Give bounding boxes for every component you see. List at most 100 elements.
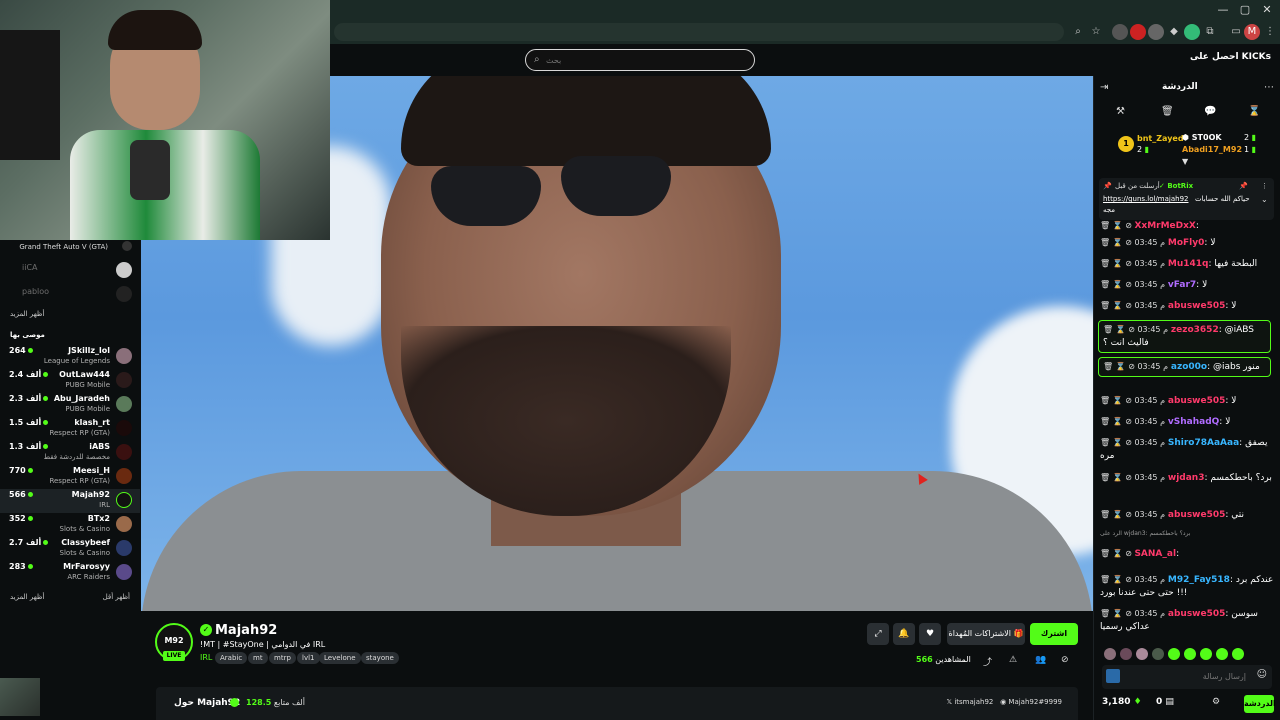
profile-icon[interactable]: M	[1244, 24, 1260, 40]
sidebar-item-iica[interactable]: iiCA	[0, 259, 140, 283]
chat-send-button[interactable]: الدردشة	[1244, 695, 1276, 713]
message-actions[interactable]: 🗑 ⌛ ⊘	[1103, 325, 1137, 334]
tag[interactable]: mt	[248, 652, 268, 664]
sidebar-item-meesi-h[interactable]: Meesi_H Respect RP (GTA) 770	[0, 465, 140, 489]
sidebar-item-mrfarosyy[interactable]: MrFarosyy ARC Raiders 283	[0, 561, 140, 585]
maximize-icon[interactable]: ▢	[1236, 2, 1254, 18]
sidebar-item-klash-rt[interactable]: klash_rt Respect RP (GTA) 1.5 ألف	[0, 417, 140, 441]
message-actions[interactable]: 🗑 ⌛ ⊘	[1100, 417, 1134, 426]
sidebar-item-jskillz[interactable]: JSkillz_lol League of Legends 264	[0, 345, 140, 369]
pinned-author[interactable]: ✓ BotRix	[1159, 182, 1193, 190]
sidebar-icon[interactable]: ▭	[1228, 24, 1244, 40]
pinned-link[interactable]: https://guns.lol/majah92	[1103, 195, 1189, 203]
extension-icon[interactable]	[1130, 24, 1146, 40]
share-icon[interactable]: ⤴	[983, 655, 992, 668]
emote-icon[interactable]	[1120, 648, 1132, 660]
message-actions[interactable]: 🗑 ⌛ ⊘	[1100, 280, 1134, 289]
tag[interactable]: lvl1	[297, 652, 320, 664]
chat-input[interactable]	[1126, 665, 1246, 687]
chevron-down-icon[interactable]: ⌄	[1261, 195, 1268, 204]
menu-dots-icon[interactable]: ⋮	[1262, 24, 1278, 40]
social-discord-link[interactable]: Majah92#9999	[1008, 698, 1062, 706]
gift-subs-button[interactable]: الاشتراكات المُهداة 🎁	[947, 623, 1025, 645]
tag[interactable]: Levelone	[319, 652, 361, 664]
chat-menu-icon[interactable]: ⋯	[1264, 82, 1274, 93]
get-kicks-button[interactable]: احصل على KICKs	[1190, 52, 1271, 62]
report-icon[interactable]: ⚠	[1009, 655, 1017, 665]
message-actions[interactable]: 🗑 ⌛ ⊘	[1100, 438, 1134, 447]
message-actions[interactable]: 🗑 ⌛ ⊘	[1100, 259, 1134, 268]
message-actions[interactable]: 🗑 ⌛ ⊘	[1100, 221, 1134, 230]
message-username[interactable]: abuswe505	[1168, 510, 1226, 520]
search-input[interactable]	[546, 50, 746, 70]
tag[interactable]: mtrp	[269, 652, 296, 664]
stream-category[interactable]: IRL	[200, 653, 212, 662]
message-actions[interactable]: 🗑 ⌛ ⊘	[1100, 575, 1134, 584]
leaderboard-user[interactable]: Abadi17_M92	[1182, 145, 1242, 154]
chat-input-box[interactable]: ☺	[1102, 665, 1272, 689]
extension-icon[interactable]: ◆	[1166, 24, 1182, 40]
sidebar-item-abu-jaradeh[interactable]: Abu_Jaradeh PUBG Mobile 2.3 ألف	[0, 393, 140, 417]
gear-icon[interactable]: ⚙	[1212, 697, 1220, 707]
message-username[interactable]: abuswe505	[1168, 609, 1226, 619]
message-username[interactable]: Mu141q	[1168, 259, 1209, 269]
message-username[interactable]: abuswe505	[1168, 301, 1226, 311]
sidebar-item-classybeef[interactable]: Classybeef Slots & Casino 2.7 ألف	[0, 537, 140, 561]
message-username[interactable]: MoFly0	[1168, 238, 1205, 248]
minimize-icon[interactable]: —	[1214, 2, 1232, 18]
tag[interactable]: stayone	[361, 652, 399, 664]
expand-icon[interactable]: ▼	[1182, 157, 1188, 166]
emote-icon[interactable]	[1232, 648, 1244, 660]
show-more-link[interactable]: أظهر المزيد	[10, 593, 44, 601]
message-actions[interactable]: 🗑 ⌛ ⊘	[1100, 510, 1134, 519]
message-username[interactable]: vFar7	[1168, 280, 1196, 290]
chat-bubble-icon[interactable]: 💬	[1204, 106, 1216, 117]
show-more-link[interactable]: أظهر المزيد	[10, 310, 44, 318]
tag[interactable]: Arabic	[215, 652, 248, 664]
emote-icon[interactable]	[1104, 648, 1116, 660]
zoom-icon[interactable]: ⌕	[1070, 24, 1086, 40]
pip-thumbnail[interactable]	[0, 678, 40, 716]
social-x-link[interactable]: itsmajah92	[954, 698, 993, 706]
hide-icon[interactable]: ⊘	[1061, 655, 1069, 665]
search-box[interactable]: ⌕	[525, 49, 755, 71]
message-username[interactable]: zezo3652	[1171, 325, 1219, 335]
channel-points[interactable]: 3,180 ♦	[1102, 697, 1142, 707]
streamer-name[interactable]: Majah92	[215, 623, 277, 638]
kick-emote-icon[interactable]	[1106, 669, 1120, 683]
message-username[interactable]: vShahadQ	[1168, 417, 1219, 427]
message-username[interactable]: XxMrMeDxX	[1134, 221, 1195, 231]
sidebar-item-btx2[interactable]: BTx2 Slots & Casino 352	[0, 513, 140, 537]
hammer-icon[interactable]: ⚒	[1116, 106, 1125, 117]
leaderboard-user[interactable]: ⬢ ST0OK	[1182, 133, 1222, 142]
emote-icon[interactable]	[1136, 648, 1148, 660]
message-username[interactable]: SANA_al	[1134, 549, 1176, 559]
message-username[interactable]: Shiro78AaAaa	[1168, 438, 1239, 448]
message-username[interactable]: M92_Fay518	[1168, 575, 1230, 585]
menu-dots-icon[interactable]: ⋮	[1261, 182, 1268, 190]
leaderboard-user[interactable]: bnt_Zayed	[1137, 134, 1184, 143]
emote-icon[interactable]	[1168, 648, 1180, 660]
extension-icon[interactable]	[1184, 24, 1200, 40]
message-actions[interactable]: 🗑 ⌛ ⊘	[1100, 301, 1134, 310]
subscribe-button[interactable]: اشترك	[1030, 623, 1078, 645]
trash-icon[interactable]: 🗑	[1161, 106, 1174, 117]
show-less-link[interactable]: أظهر أقل	[103, 593, 130, 601]
message-username[interactable]: wjdan3	[1168, 473, 1205, 483]
message-actions[interactable]: 🗑 ⌛ ⊘	[1100, 238, 1134, 247]
fullscreen-icon[interactable]: ⤢	[867, 623, 889, 645]
emote-icon[interactable]	[1152, 648, 1164, 660]
puzzle-icon[interactable]: ⧉	[1202, 24, 1218, 40]
close-icon[interactable]: ✕	[1258, 2, 1276, 18]
sidebar-item-pabloo[interactable]: pabloo	[0, 283, 140, 307]
url-field[interactable]	[334, 23, 1064, 41]
message-actions[interactable]: 🗑 ⌛ ⊘	[1103, 362, 1137, 371]
sidebar-item-outlaw444[interactable]: OutLaw444 PUBG Mobile 2.4 ألف	[0, 369, 140, 393]
emote-icon[interactable]	[1216, 648, 1228, 660]
users-icon[interactable]: 👥	[1035, 655, 1046, 665]
sidebar-item-iabs[interactable]: iABS مخصصة للدردشة فقط 1.3 ألف	[0, 441, 140, 465]
gift-count[interactable]: 0 ▤	[1156, 697, 1174, 707]
emoji-icon[interactable]: ☺	[1257, 669, 1267, 680]
message-actions[interactable]: 🗑 ⌛ ⊘	[1100, 396, 1134, 405]
message-actions[interactable]: 🗑 ⌛ ⊘	[1100, 473, 1134, 482]
